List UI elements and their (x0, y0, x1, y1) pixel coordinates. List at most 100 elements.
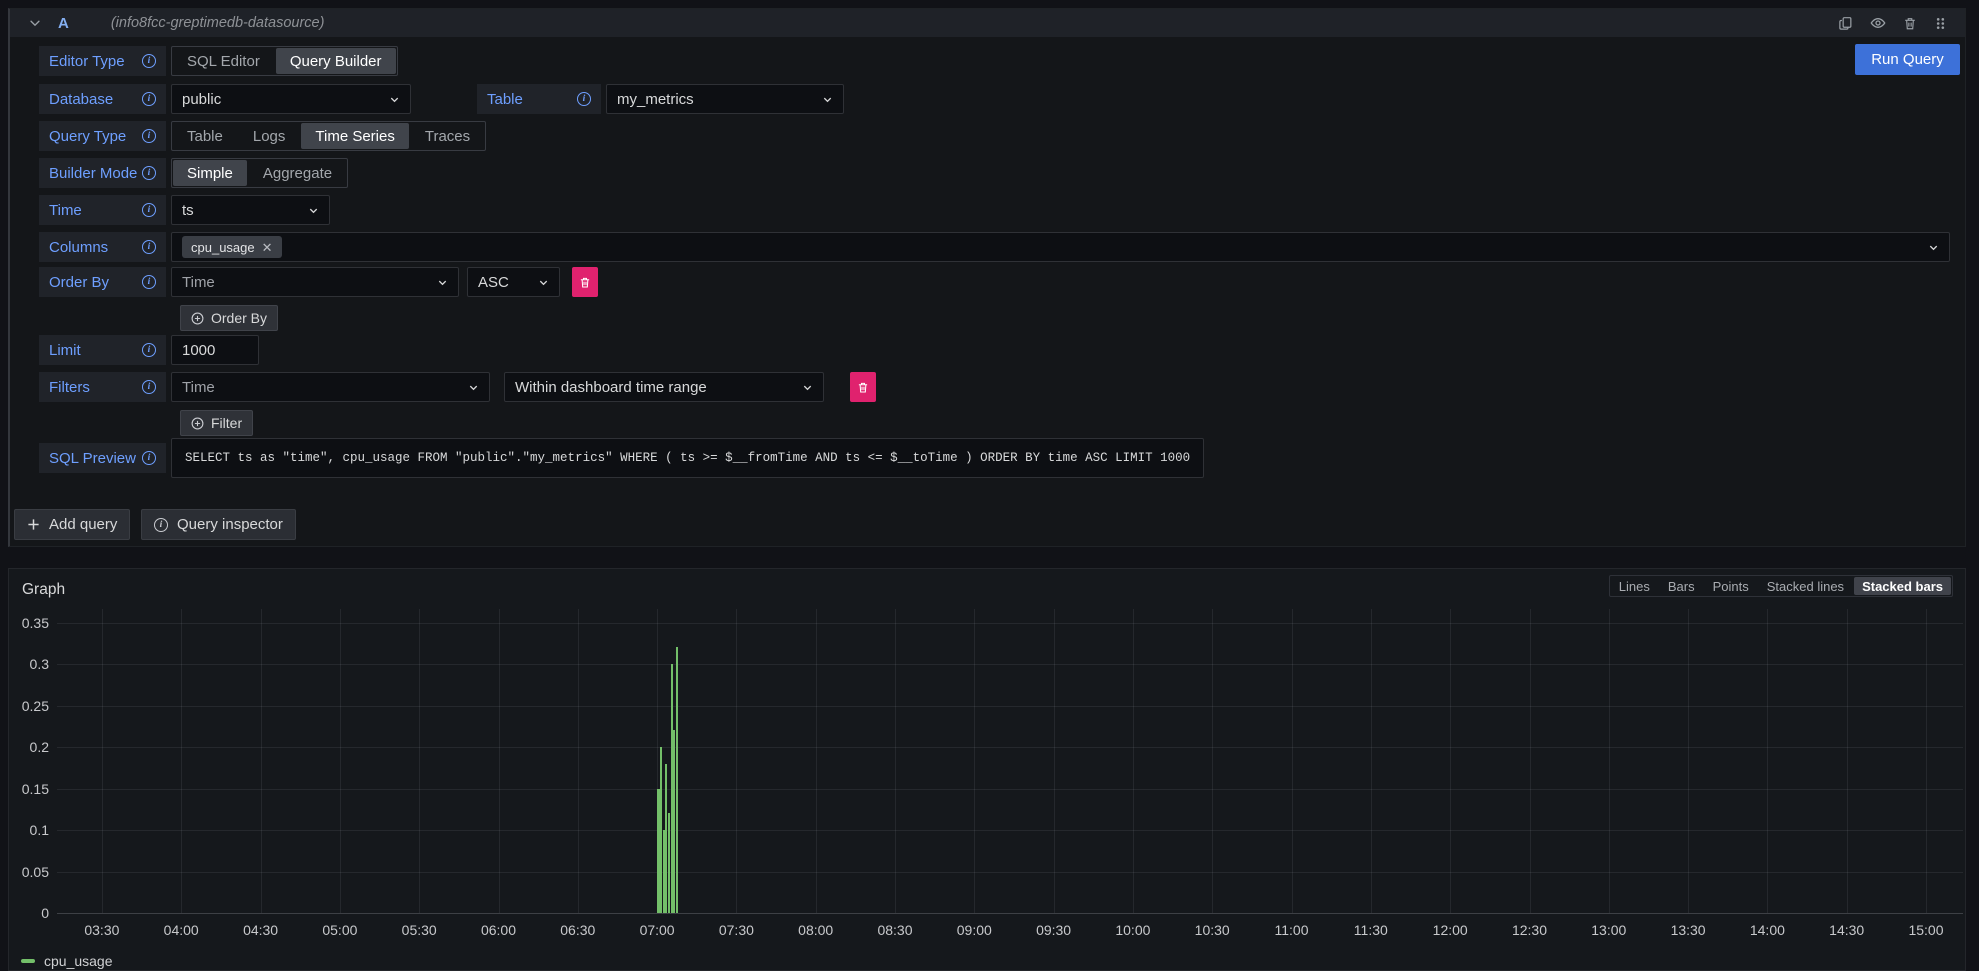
option-query-builder[interactable]: Query Builder (276, 48, 396, 74)
option-table[interactable]: Table (173, 123, 237, 149)
order-by-label: Order Byi (39, 267, 166, 297)
x-tick-label: 08:00 (785, 922, 847, 938)
chevron-down-icon (308, 205, 319, 216)
database-select[interactable]: public (171, 84, 411, 114)
trash-icon (857, 381, 869, 394)
column-chip: cpu_usage ✕ (182, 236, 282, 258)
x-tick-label: 14:00 (1736, 922, 1798, 938)
query-editor-card: A (info8fcc-greptimedb-datasource) (8, 8, 1966, 547)
legend-item-cpu-usage[interactable]: cpu_usage (21, 953, 113, 969)
option-time-series[interactable]: Time Series (301, 123, 408, 149)
copy-icon[interactable] (1838, 16, 1853, 31)
info-icon[interactable]: i (142, 166, 156, 180)
plus-icon (27, 518, 40, 531)
bar-cpu-usage-07-07 (676, 647, 678, 913)
gridline-v (736, 609, 737, 913)
x-tick-label: 09:00 (943, 922, 1005, 938)
info-icon[interactable]: i (142, 343, 156, 357)
row-database: Databasei public Tablei my_metrics (39, 84, 844, 114)
add-order-by-button[interactable]: Order By (180, 305, 278, 331)
chevron-down-icon (1928, 242, 1939, 253)
order-by-direction-select[interactable]: ASC (467, 267, 560, 297)
chevron-down-icon (822, 94, 833, 105)
plus-circle-icon (191, 312, 204, 325)
trash-icon[interactable] (1903, 16, 1917, 31)
info-icon[interactable]: i (142, 129, 156, 143)
add-filter-button[interactable]: Filter (180, 410, 253, 436)
gridline-v (1212, 609, 1213, 913)
row-editor-type: Editor Typei SQL EditorQuery Builder (39, 46, 398, 76)
add-query-button[interactable]: Add query (14, 509, 130, 540)
info-icon[interactable]: i (142, 203, 156, 217)
filter-condition-select[interactable]: Within dashboard time range (504, 372, 824, 402)
gridline-v (181, 609, 182, 913)
table-select[interactable]: my_metrics (606, 84, 844, 114)
gridline-v (102, 609, 103, 913)
filter-column-select[interactable]: Time (171, 372, 490, 402)
builder-mode-label: Builder Modei (39, 158, 166, 188)
time-column-select[interactable]: ts (171, 195, 330, 225)
option-aggregate[interactable]: Aggregate (249, 160, 346, 186)
info-icon[interactable]: i (142, 380, 156, 394)
datasource-name: (info8fcc-greptimedb-datasource) (111, 15, 325, 31)
info-icon[interactable]: i (142, 240, 156, 254)
limit-input[interactable] (171, 335, 259, 365)
remove-order-by-button[interactable] (572, 267, 598, 297)
gridline-v (261, 609, 262, 913)
row-order-by: Order Byi Time ASC (39, 267, 598, 297)
option-sql-editor[interactable]: SQL Editor (173, 48, 274, 74)
info-icon[interactable]: i (577, 92, 591, 106)
y-tick-label: 0.25 (9, 698, 49, 714)
chevron-down-icon (802, 382, 813, 393)
query-inspector-button[interactable]: i Query inspector (141, 509, 296, 540)
gridline-v (1450, 609, 1451, 913)
chevron-down-icon (437, 277, 448, 288)
gridline-v (1847, 609, 1848, 913)
remove-filter-button[interactable] (850, 372, 876, 402)
x-tick-label: 15:00 (1895, 922, 1957, 938)
y-tick-label: 0 (9, 905, 49, 921)
eye-icon[interactable] (1870, 15, 1886, 31)
gridline-v (895, 609, 896, 913)
y-tick-label: 0.35 (9, 615, 49, 631)
gridline-h (57, 747, 1963, 748)
x-tick-label: 09:30 (1023, 922, 1085, 938)
legend-color-dash (21, 959, 35, 963)
gridline-v (1688, 609, 1689, 913)
remove-column-icon[interactable]: ✕ (262, 241, 273, 254)
option-logs[interactable]: Logs (239, 123, 300, 149)
gridline-v (499, 609, 500, 913)
info-icon[interactable]: i (142, 54, 156, 68)
gridline-v (340, 609, 341, 913)
time-series-chart[interactable]: 00.050.10.150.20.250.30.3503:3004:0004:3… (9, 569, 1965, 970)
legend-label: cpu_usage (44, 953, 113, 969)
gridline-v (1054, 609, 1055, 913)
x-tick-label: 03:30 (71, 922, 133, 938)
chevron-down-icon[interactable] (28, 16, 42, 30)
limit-label: Limiti (39, 335, 166, 365)
columns-multiselect[interactable]: cpu_usage ✕ (171, 232, 1950, 262)
x-tick-label: 07:30 (705, 922, 767, 938)
query-row-header[interactable]: A (info8fcc-greptimedb-datasource) (10, 9, 1965, 37)
sql-preview-text: SELECT ts as "time", cpu_usage FROM "pub… (171, 438, 1204, 478)
x-tick-label: 12:30 (1499, 922, 1561, 938)
info-icon[interactable]: i (142, 92, 156, 106)
x-tick-label: 10:00 (1102, 922, 1164, 938)
run-query-button[interactable]: Run Query (1855, 44, 1960, 75)
x-tick-label: 04:30 (230, 922, 292, 938)
query-type-switch: TableLogsTime SeriesTraces (171, 121, 486, 151)
builder-mode-switch: SimpleAggregate (171, 158, 348, 188)
info-icon[interactable]: i (142, 275, 156, 289)
row-sql-preview: SQL Previewi (39, 438, 171, 478)
chevron-down-icon (468, 382, 479, 393)
gridline-v (974, 609, 975, 913)
order-by-column-select[interactable]: Time (171, 267, 459, 297)
drag-handle-icon[interactable] (1934, 16, 1947, 31)
info-icon[interactable]: i (142, 451, 156, 465)
option-simple[interactable]: Simple (173, 160, 247, 186)
gridline-h (57, 872, 1963, 873)
gridline-h (57, 706, 1963, 707)
x-tick-label: 04:00 (150, 922, 212, 938)
x-tick-label: 05:00 (309, 922, 371, 938)
option-traces[interactable]: Traces (411, 123, 484, 149)
